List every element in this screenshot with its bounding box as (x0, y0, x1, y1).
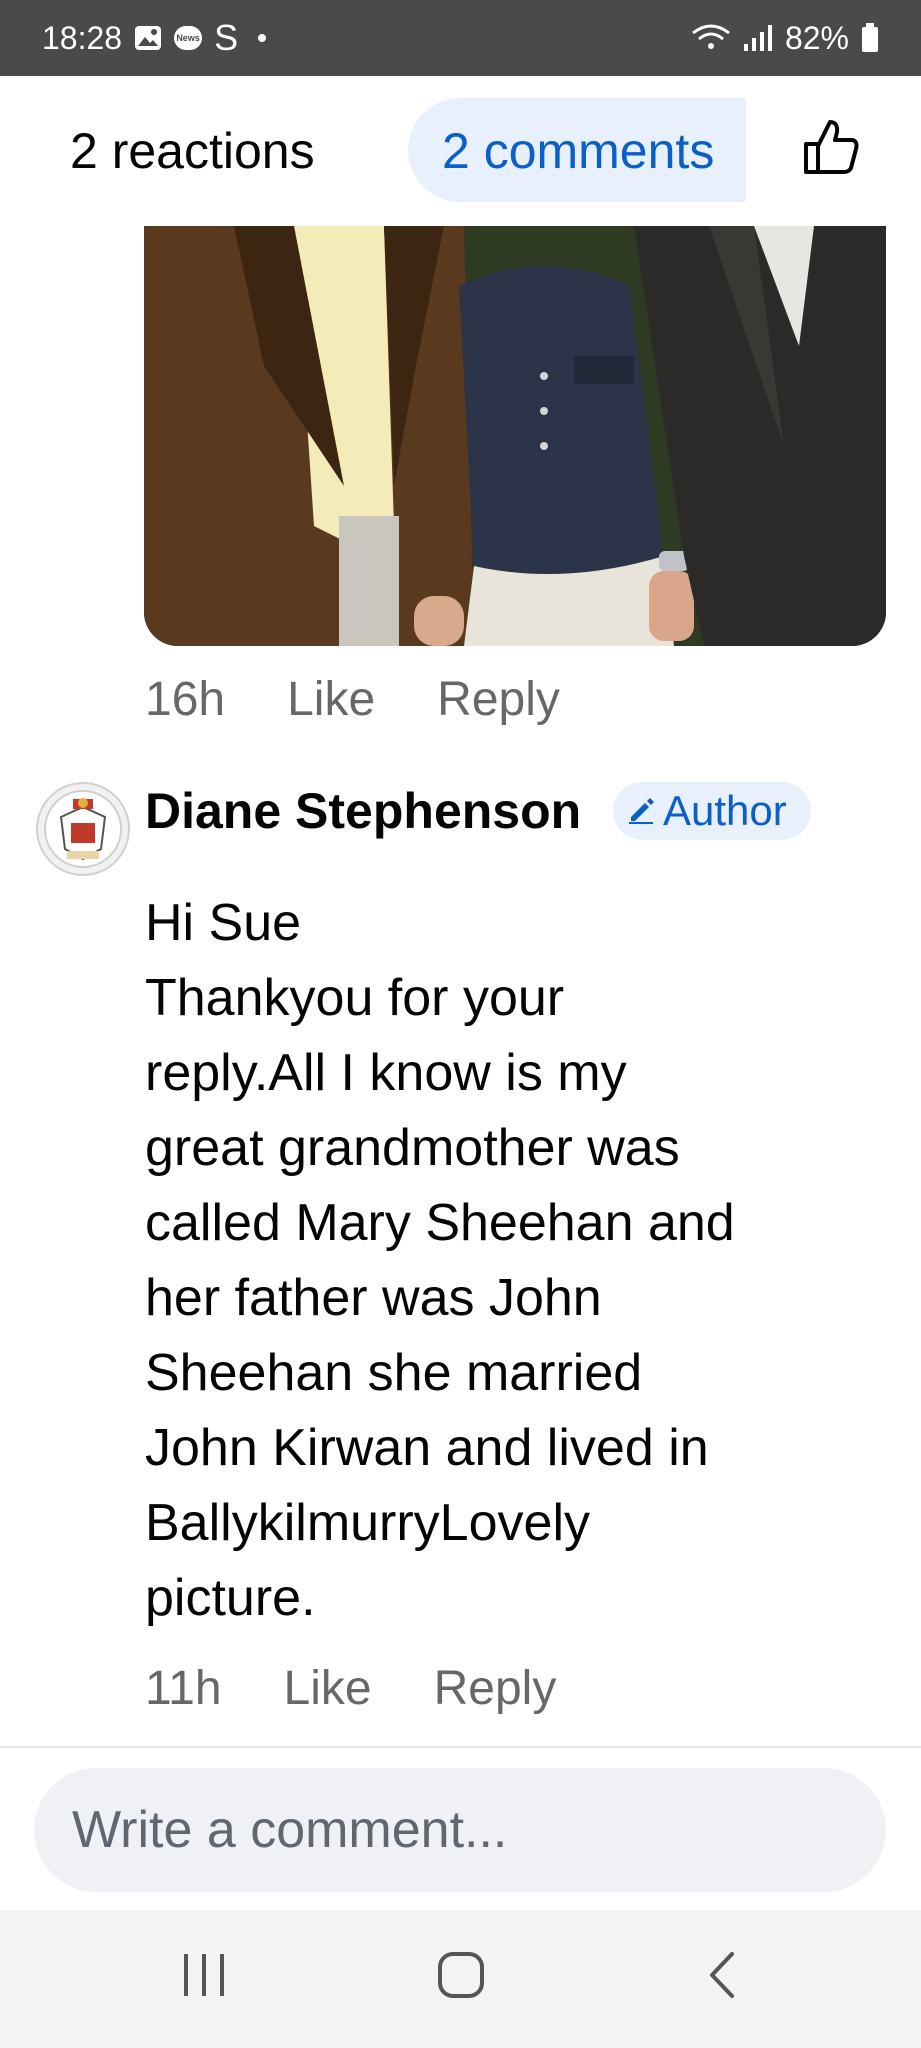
gallery-icon (134, 25, 162, 51)
sheet-header: 2 reactions 2 comments (0, 76, 921, 226)
pencil-icon (627, 787, 657, 835)
comments-tab[interactable]: 2 comments (408, 98, 746, 202)
author-comment-actions: 11h Like Reply (145, 1661, 556, 1716)
comment-line: Thankyou for your (145, 969, 565, 1027)
status-bar: 18:28 News S 82% (0, 0, 921, 76)
comment-input[interactable]: Write a comment... (34, 1768, 886, 1892)
news-icon: News (174, 26, 203, 50)
dot-icon (258, 34, 267, 42)
wifi-icon (691, 23, 731, 53)
like-button[interactable]: Like (284, 1661, 372, 1716)
comment-line: Hi Sue (145, 894, 302, 952)
battery-icon (861, 23, 879, 53)
comment-line: her father was John (145, 1269, 602, 1327)
comment-body: Hi Sue Thankyou for your reply.All I kno… (145, 886, 875, 1636)
comment-line: Sheehan she married (145, 1344, 643, 1402)
comment-line: reply.All I know is my (145, 1044, 627, 1102)
comments-sheet: 2 reactions 2 comments 16h Like Reply Di… (0, 76, 921, 1910)
like-button[interactable]: Like (287, 672, 375, 727)
status-bar-left: 18:28 News S (42, 17, 267, 59)
comment-line: great grandmother was (145, 1119, 680, 1177)
reply-button[interactable]: Reply (434, 1661, 557, 1716)
first-comment-time: 16h (145, 673, 226, 726)
home-icon[interactable] (436, 1950, 486, 2005)
system-nav-bar (0, 1910, 921, 2048)
reply-button[interactable]: Reply (437, 672, 560, 727)
author-name[interactable]: Diane Stephenson (145, 782, 581, 840)
clock: 18:28 (42, 19, 123, 56)
comment-line: BallykilmurryLovely (145, 1494, 590, 1552)
reactions-tab[interactable]: 2 reactions (70, 122, 315, 180)
comment-line: John Kirwan and lived in (145, 1419, 709, 1477)
thumbs-up-icon[interactable] (800, 116, 862, 183)
status-bar-right: 82% (691, 20, 879, 57)
comment-line: picture. (145, 1569, 316, 1627)
recent-apps-icon[interactable] (180, 1950, 228, 2005)
comments-tab-label: 2 comments (442, 123, 715, 179)
battery-percent: 82% (784, 19, 849, 56)
author-comment-time: 11h (145, 1662, 222, 1715)
author-badge-label: Author (663, 787, 787, 834)
author-badge: Author (613, 782, 811, 840)
skype-icon: S (214, 17, 239, 58)
comment-input-placeholder: Write a comment... (72, 1801, 508, 1859)
photo-illustration (144, 226, 886, 646)
first-comment-actions: 16h Like Reply (145, 672, 560, 727)
divider (0, 1746, 921, 1748)
comment-photo[interactable] (144, 226, 886, 646)
back-icon[interactable] (704, 1950, 738, 2005)
avatar[interactable] (36, 782, 130, 876)
signal-icon (743, 24, 773, 52)
comment-line: called Mary Sheehan and (145, 1194, 735, 1252)
